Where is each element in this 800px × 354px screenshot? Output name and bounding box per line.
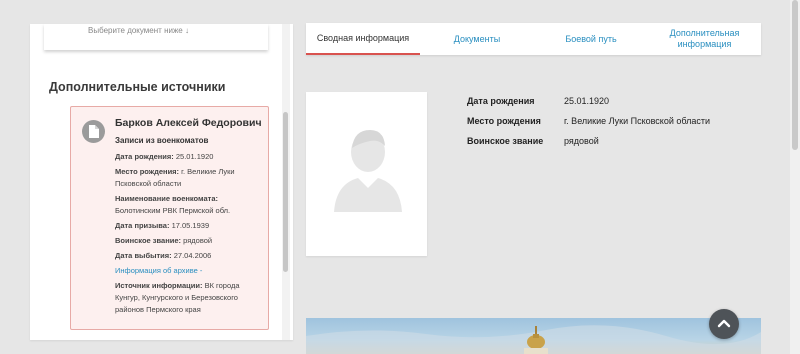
photo-placeholder [306,92,427,256]
left-panel: Выберите документ ниже ↓ Дополнительные … [30,24,293,340]
profile-rank: рядовой [564,136,599,146]
profile-birth-place: г. Великие Луки Псковской области [564,116,711,126]
document-hint-card: Выберите документ ниже ↓ [44,24,268,50]
birth-date-field: Дата рождения: 25.01.1920 [115,152,214,161]
profile-birth-date: 25.01.1920 [564,96,610,106]
rank-field: Воинское звание: рядовой [115,236,213,245]
tab-bar: Сводная информация Документы Боевой путь… [306,23,761,55]
profile-birth-date-label: Дата рождения [467,96,535,106]
profile-birth-place-label: Место рождения [467,116,541,126]
departure-date-field: Дата выбытия: 27.04.2006 [115,251,212,260]
tab-documents[interactable]: Документы [420,23,534,55]
scroll-to-top-button[interactable] [709,309,739,339]
chevron-up-icon [717,319,731,328]
commissariat-field: Наименование военкомата: Болотинским РВК… [115,194,231,215]
archive-info-link[interactable]: Информация об архиве - [115,266,202,275]
left-panel-scrollbar[interactable] [282,24,290,340]
source-field: Источник информации: ВК города Кунгур, К… [115,281,240,314]
tab-additional-info[interactable]: Дополнительная информация [648,23,761,55]
document-hint: Выберите документ ниже ↓ [88,26,189,35]
tab-combat-path[interactable]: Боевой путь [534,23,648,55]
profile-rank-label: Воинское звание [467,136,544,146]
left-panel-scrollbar-thumb[interactable] [283,112,288,272]
person-name: Барков Алексей Федорович [115,117,262,129]
page-scrollbar[interactable] [790,0,800,354]
record-type: Записи из военкоматов [115,136,209,145]
birth-place-field: Место рождения: г. Великие Луки Псковско… [115,167,235,188]
document-icon [82,120,105,143]
page-scrollbar-thumb[interactable] [792,0,798,150]
draft-date-field: Дата призыва: 17.05.1939 [115,221,210,230]
person-silhouette-icon [334,130,402,212]
source-record-card[interactable]: Барков Алексей Федорович Записи из военк… [70,106,269,330]
banner-image [306,318,761,354]
tab-summary[interactable]: Сводная информация [306,23,420,55]
sources-heading: Дополнительные источники [49,80,226,94]
